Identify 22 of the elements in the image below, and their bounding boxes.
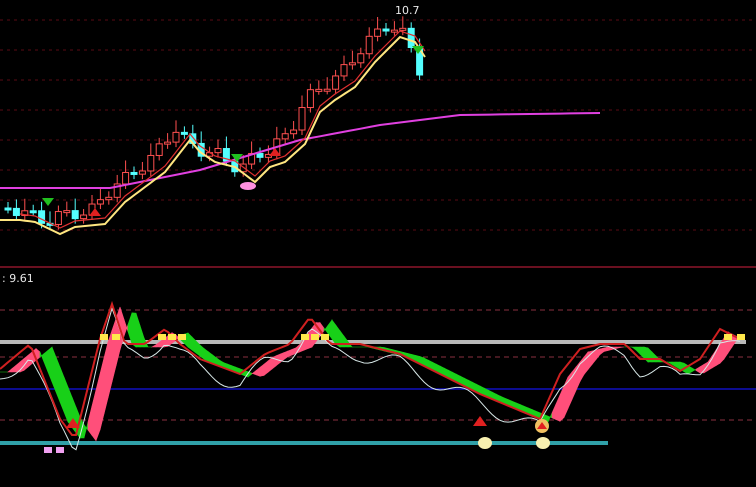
square-marker [724, 334, 732, 340]
gem-icon [240, 182, 256, 190]
triangle-marker [473, 416, 487, 426]
up-arrow-icon [89, 208, 101, 216]
square-marker [158, 334, 166, 340]
down-arrow-icon [42, 198, 54, 206]
up-arrow-icon [269, 148, 281, 156]
square-marker [311, 334, 319, 340]
square-marker [56, 447, 64, 453]
square-marker [321, 334, 329, 340]
square-marker [100, 334, 108, 340]
value-label: : 9.61 [2, 272, 34, 285]
square-marker [178, 334, 186, 340]
down-arrow-icon [412, 46, 424, 54]
square-marker [112, 334, 120, 340]
square-marker [168, 334, 176, 340]
square-marker [44, 447, 52, 453]
triangle-marker [66, 418, 80, 428]
price-label: 10.7 [395, 4, 420, 17]
down-arrow-icon [231, 154, 243, 162]
square-marker [301, 334, 309, 340]
square-marker [737, 334, 745, 340]
